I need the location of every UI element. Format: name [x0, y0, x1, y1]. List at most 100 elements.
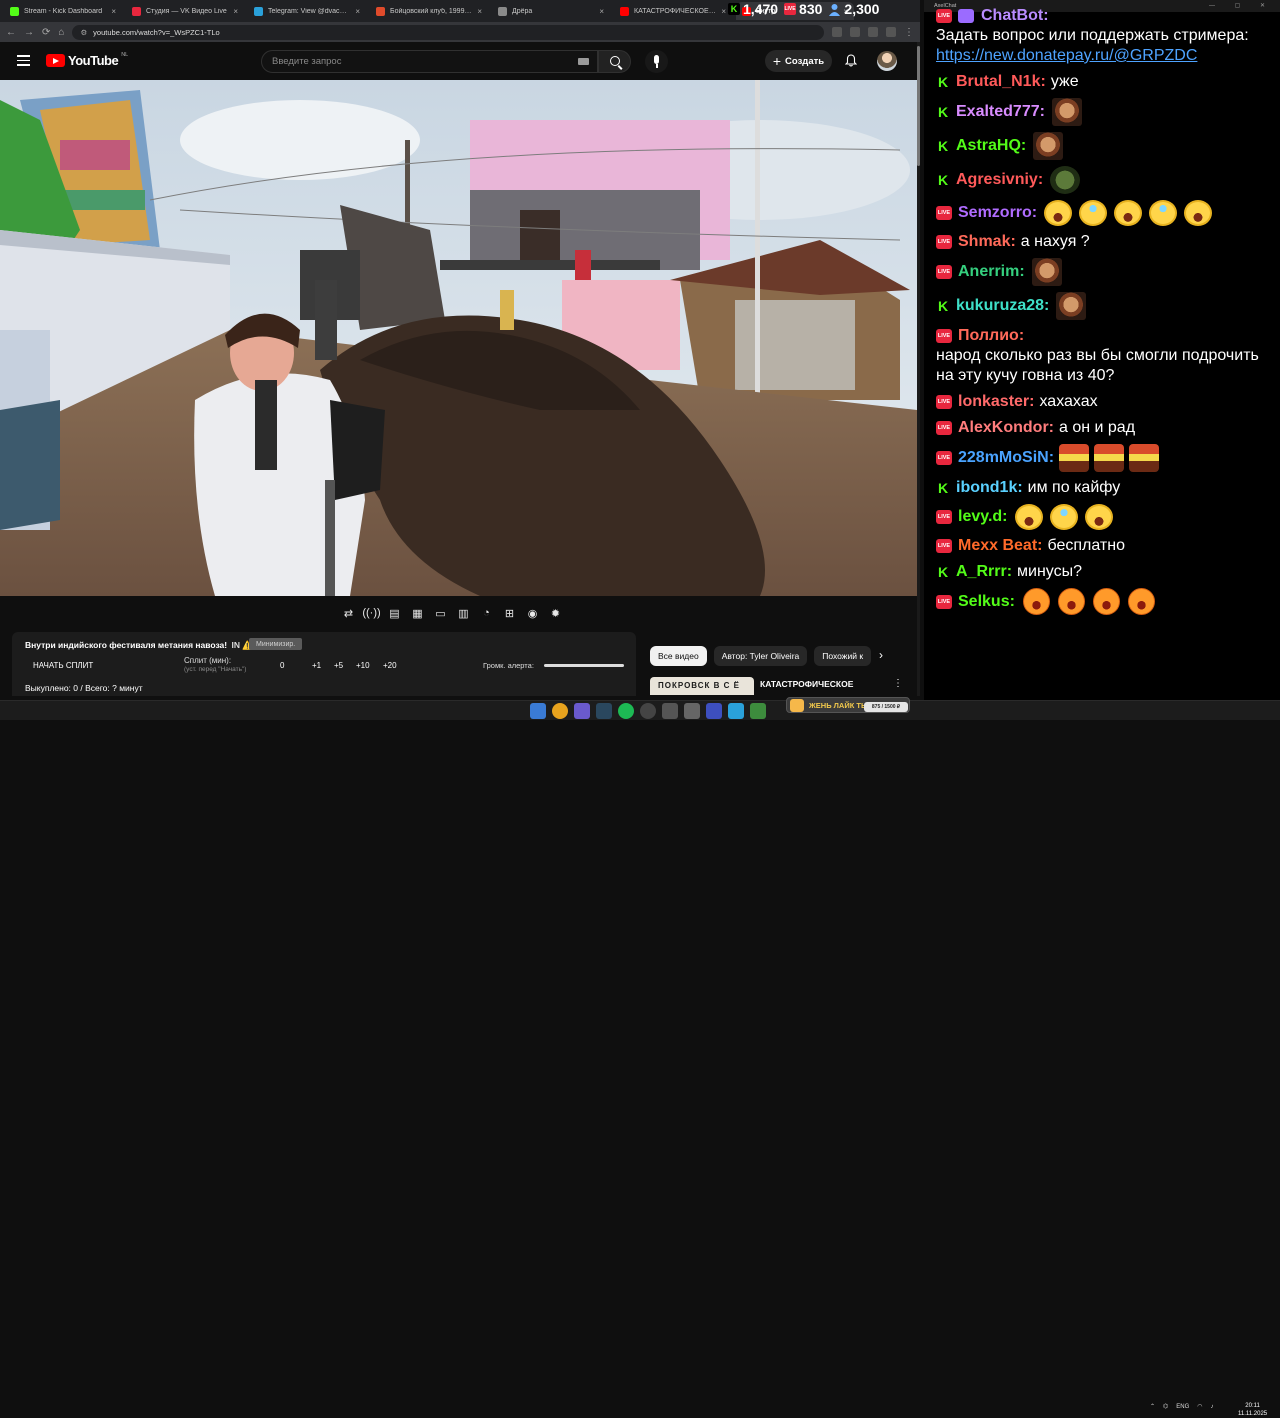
reload-icon[interactable]: ⟳ [42, 27, 50, 38]
telegram-icon[interactable] [728, 703, 744, 719]
start-split-button[interactable]: НАЧАТЬ СПЛИТ [33, 661, 93, 670]
app-icon[interactable] [662, 703, 678, 719]
chat-nickname[interactable]: AstraHQ: [956, 136, 1026, 156]
clock[interactable]: 20:11 11.11.2025 [1238, 1402, 1267, 1418]
speed-icon[interactable]: ◔ [478, 605, 495, 622]
split-add-20-button[interactable]: +20 [383, 661, 397, 670]
menu-icon[interactable] [17, 55, 30, 66]
chat-nickname[interactable]: Mexx Beat: [958, 536, 1042, 556]
chat-nickname[interactable]: Semzorro: [958, 203, 1037, 223]
discord-icon[interactable] [574, 703, 590, 719]
more-options-icon[interactable]: ⋮ [893, 678, 903, 689]
chat-nickname[interactable]: Agresivniy: [956, 170, 1043, 190]
browser-tab[interactable]: Бойцовский клуб, 1999 — с × [370, 2, 488, 20]
filter-chip[interactable]: Автор: Tyler Oliveira [713, 646, 808, 666]
film-icon[interactable]: ▥ [455, 605, 472, 622]
back-icon[interactable]: ← [6, 27, 16, 38]
create-button[interactable]: + Создать [765, 50, 832, 72]
network-icon[interactable]: ⌬ [1163, 1403, 1168, 1410]
chat-nickname[interactable]: kukuruza28: [956, 296, 1049, 316]
obs-icon[interactable] [640, 703, 656, 719]
app-icon[interactable] [684, 703, 700, 719]
add-to-queue-icon[interactable]: ⊞ [501, 605, 518, 622]
app-icon[interactable] [706, 703, 722, 719]
filter-chip[interactable]: Похожий к [814, 646, 872, 666]
chat-nickname[interactable]: levy.d: [958, 507, 1008, 527]
settings-gear-icon[interactable]: ✹ [547, 605, 564, 622]
alert-volume-slider[interactable] [544, 664, 624, 667]
search-button[interactable] [598, 50, 631, 73]
language-indicator[interactable]: ENG [1176, 1404, 1189, 1410]
donation-link[interactable]: https://new.donatepay.ru/@GRPZDC [936, 46, 1272, 66]
tab-close-icon[interactable]: × [111, 7, 116, 16]
related-video[interactable]: ПОКРОВСК В С Ё КАТАСТРОФИЧЕСКОЕ ⋮ [650, 677, 910, 695]
minimize-button[interactable]: Минимизир. [249, 638, 303, 650]
split-add-10-button[interactable]: +10 [356, 661, 370, 670]
extension-icon[interactable] [868, 27, 878, 37]
region-code: NL [121, 51, 129, 58]
keyboard-icon[interactable] [578, 58, 589, 65]
filter-chip[interactable]: Все видео [650, 646, 707, 666]
split-add-1-button[interactable]: +1 [312, 661, 321, 670]
extension-icon[interactable] [832, 27, 842, 37]
volume-icon[interactable]: ♪ [1211, 1404, 1214, 1410]
page-scrollbar[interactable] [917, 42, 920, 696]
chevron-up-icon[interactable]: ⌃ [1150, 1403, 1155, 1410]
browser-menu-icon[interactable]: ⋮ [904, 27, 914, 38]
chrome-icon[interactable] [552, 703, 568, 719]
chat-nickname[interactable]: lonkaster: [958, 392, 1034, 412]
chat-nickname[interactable]: Shmak: [958, 232, 1016, 252]
forward-icon[interactable]: → [24, 27, 34, 38]
chat-nickname[interactable]: Exalted777: [956, 102, 1045, 122]
audio-wave-icon[interactable]: ((·)) [362, 605, 380, 622]
account-avatar[interactable] [877, 51, 897, 71]
extension-icon[interactable] [850, 27, 860, 37]
voice-search-button[interactable] [645, 50, 668, 73]
browser-tab[interactable]: Stream - Kick Dashboard × [4, 2, 122, 20]
chat-nickname[interactable]: Selkus: [958, 592, 1015, 612]
extension-icon[interactable] [886, 27, 896, 37]
chat-nickname[interactable]: Brutal_N1k: [956, 72, 1046, 92]
notifications-bell-icon[interactable] [845, 54, 857, 67]
video-player[interactable] [0, 80, 917, 596]
chat-nickname[interactable]: A_Rrrr: [956, 562, 1012, 582]
related-title[interactable]: КАТАСТРОФИЧЕСКОЕ [760, 679, 853, 689]
url-field[interactable]: ⚙ youtube.com/watch?v=_WsPZC1-TLo [72, 24, 824, 40]
browser-tab[interactable]: Telegram: View @dvachannel × [248, 2, 366, 20]
scrollbar-thumb[interactable] [917, 46, 920, 166]
clapperboard-icon[interactable]: ▦ [409, 605, 426, 622]
browser-tab[interactable]: КАТАСТРОФИЧЕСКОЕ Порa × [614, 2, 732, 20]
subtitles-icon[interactable]: ▤ [386, 605, 403, 622]
screenshot-icon[interactable]: ◉ [524, 605, 541, 622]
chat-nickname[interactable]: ibond1k: [956, 478, 1023, 498]
app-icon[interactable] [750, 703, 766, 719]
chat-nickname[interactable]: ChatBot: [981, 6, 1049, 26]
browser-tab[interactable]: Студия — VK Видео Live × [126, 2, 244, 20]
steam-icon[interactable] [596, 703, 612, 719]
chat-nickname[interactable]: Anerrim: [958, 262, 1025, 282]
picture-in-picture-icon[interactable]: ▭ [432, 605, 449, 622]
split-add-5-button[interactable]: +5 [334, 661, 343, 670]
chat-message: K Agresivniy: [936, 166, 1272, 194]
chat-nickname[interactable]: Поллио: [958, 326, 1024, 346]
chat-nickname[interactable]: AlexKondor: [958, 418, 1054, 438]
start-icon[interactable] [530, 703, 546, 719]
related-thumbnail[interactable]: ПОКРОВСК В С Ё [650, 677, 754, 695]
tab-close-icon[interactable]: × [233, 7, 238, 16]
tab-close-icon[interactable]: × [721, 7, 726, 16]
tab-close-icon[interactable]: × [599, 7, 604, 16]
spotify-icon[interactable] [618, 703, 634, 719]
tab-close-icon[interactable]: × [477, 7, 482, 16]
youtube-logo[interactable]: YouTube NL [46, 51, 129, 68]
wifi-icon[interactable]: ◠ [1197, 1403, 1202, 1410]
chevron-right-icon[interactable]: › [879, 648, 883, 662]
site-info-icon[interactable]: ⚙ [80, 28, 87, 37]
search-input[interactable]: Введите запрос [261, 50, 598, 73]
browser-tab[interactable]: Дрёра × [492, 2, 610, 20]
tab-close-icon[interactable]: × [355, 7, 360, 16]
chat-nickname[interactable]: 228mMoSiN: [958, 448, 1054, 468]
home-icon[interactable]: ⌂ [58, 27, 64, 38]
vk-live-badge-icon: LIVE [936, 206, 952, 220]
split-value-zero[interactable]: 0 [280, 661, 284, 670]
loop-icon[interactable]: ⇄ [340, 605, 357, 622]
